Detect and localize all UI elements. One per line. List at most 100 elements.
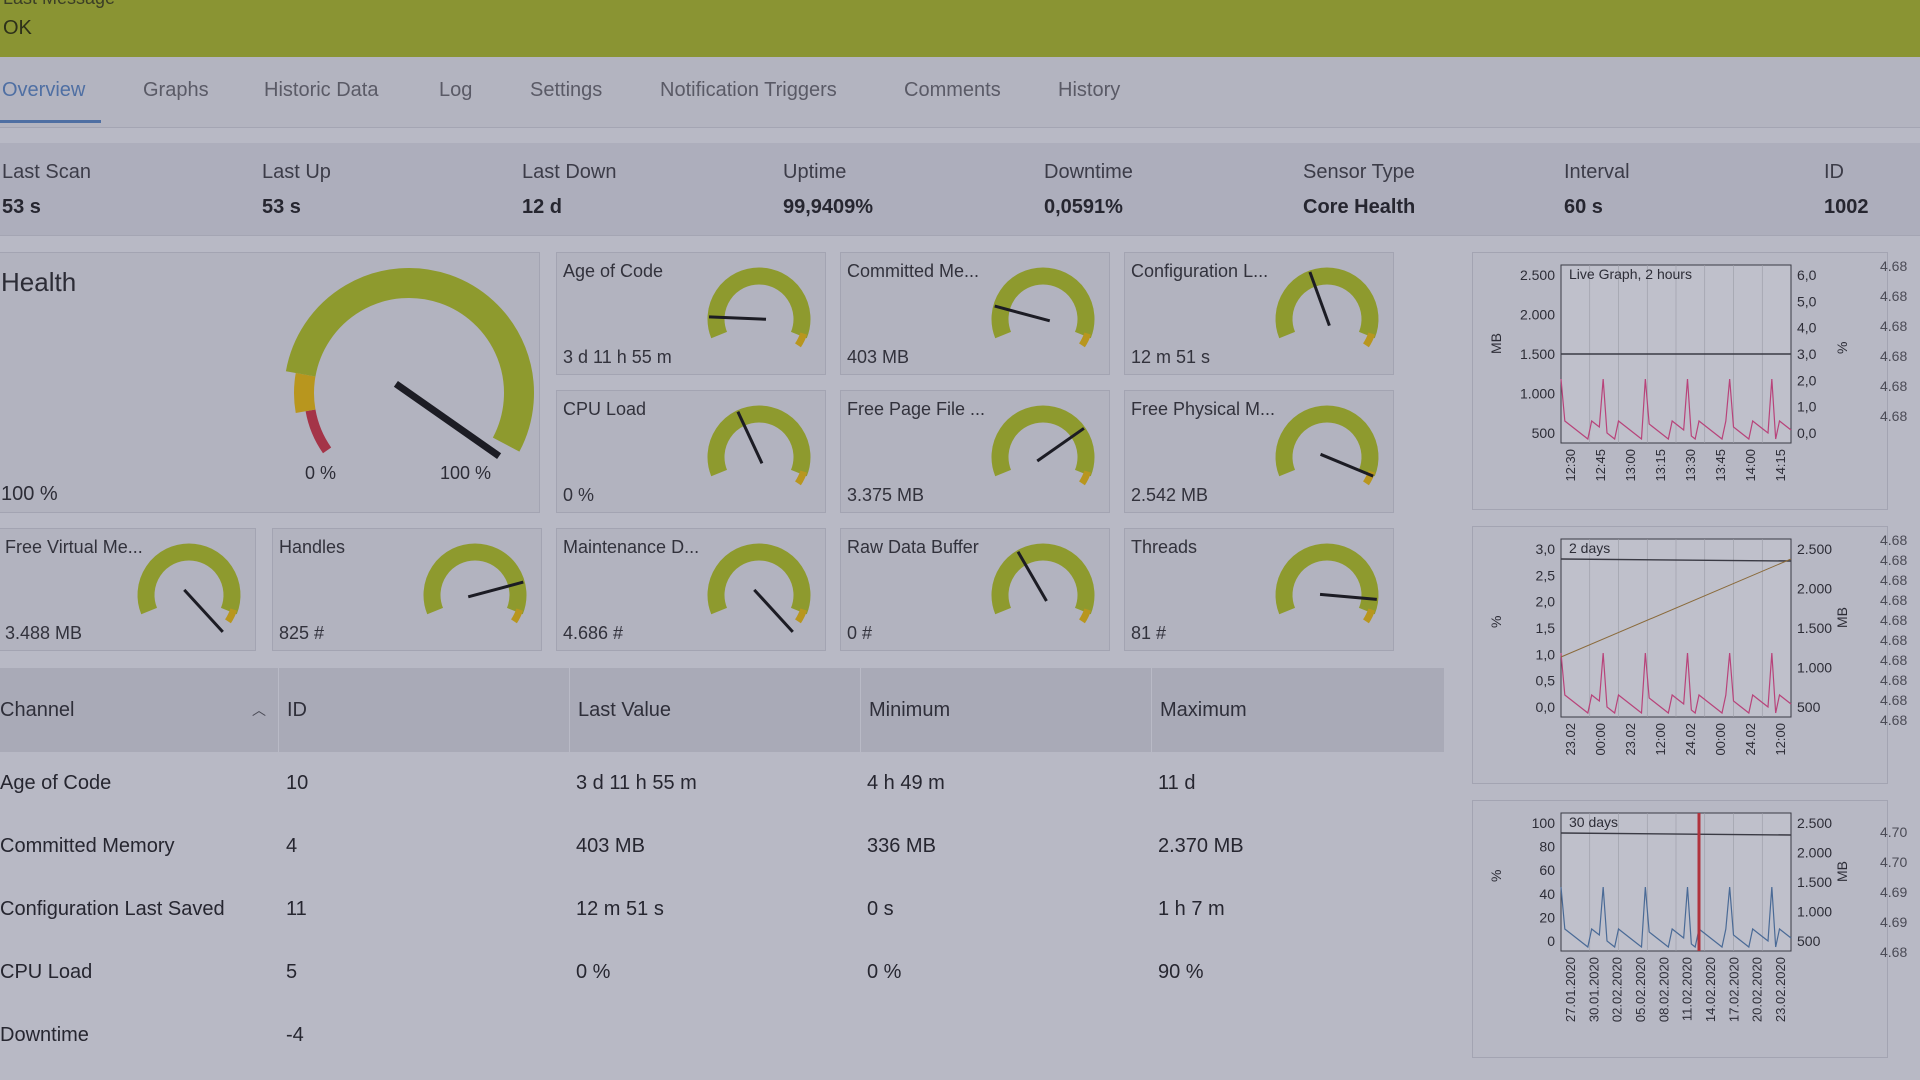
stat-label: Last Scan bbox=[2, 161, 91, 183]
gauge-threads[interactable]: Threads 81 # bbox=[1124, 528, 1394, 651]
gauge-dial-icon bbox=[1275, 405, 1379, 486]
cell-channel[interactable]: Configuration Last Saved bbox=[0, 878, 225, 941]
left-tick-label: 0,5 bbox=[1536, 673, 1556, 689]
health-gauge-panel[interactable]: Health 100 % 0 % 100 % bbox=[0, 252, 540, 513]
cell-channel[interactable]: Downtime bbox=[0, 1004, 89, 1067]
gauge-arc bbox=[991, 267, 1095, 339]
sensor-stats: Last Scan 53 s Last Up 53 s Last Down 12… bbox=[0, 143, 1920, 236]
edge-axis-labels-3: 4.70 4.70 4.69 4.69 4.68 bbox=[1880, 824, 1920, 974]
cell-id: 11 bbox=[286, 898, 307, 920]
column-header-channel[interactable]: Channel ︿ bbox=[0, 668, 278, 752]
right-tick-label: 2.000 bbox=[1797, 845, 1832, 861]
gauge-title: Free Page File ... bbox=[847, 399, 986, 419]
table-row[interactable]: Committed Memory 4 403 MB 336 MB 2.370 M… bbox=[0, 815, 1444, 878]
cell-minimum: 4 h 49 m bbox=[867, 772, 945, 794]
table-row[interactable]: Age of Code 10 3 d 11 h 55 m 4 h 49 m 11… bbox=[0, 752, 1444, 815]
tab-overview[interactable]: Overview bbox=[2, 79, 85, 102]
gauge-warning-zone bbox=[795, 332, 808, 348]
banner-message: OK bbox=[3, 17, 32, 39]
left-tick-label: 0,0 bbox=[1536, 699, 1556, 715]
table-row[interactable]: Configuration Last Saved 11 12 m 51 s 0 … bbox=[0, 878, 1444, 941]
gauge-dial-icon bbox=[137, 543, 241, 633]
gauge-cpu-load[interactable]: CPU Load 0 % bbox=[556, 390, 826, 513]
edge-label: 4.68 bbox=[1880, 258, 1908, 274]
table-row[interactable]: Downtime -4 bbox=[0, 1004, 1444, 1067]
edge-label: 4.68 bbox=[1880, 692, 1908, 708]
column-header-last-value[interactable]: Last Value bbox=[569, 668, 860, 752]
stat-uptime: Uptime 99,9409% bbox=[783, 161, 873, 219]
cell-channel[interactable]: Committed Memory bbox=[0, 815, 174, 878]
gauge-dial-icon bbox=[707, 267, 811, 348]
banner-title: Last Message bbox=[3, 0, 115, 9]
health-value: 100 % bbox=[1, 483, 58, 505]
gauge-error-zone bbox=[305, 409, 332, 454]
tab-notification-triggers[interactable]: Notification Triggers bbox=[660, 79, 837, 102]
cell-last-value: 3 d 11 h 55 m bbox=[576, 772, 697, 794]
table-row[interactable]: CPU Load 5 0 % 0 % 90 % bbox=[0, 941, 1444, 1004]
tab-historic-data[interactable]: Historic Data bbox=[264, 79, 378, 102]
tab-log[interactable]: Log bbox=[439, 79, 472, 102]
stat-label: Last Down bbox=[522, 161, 617, 183]
gauge-arc bbox=[991, 405, 1095, 477]
gauge-configuration-last-saved[interactable]: Configuration L... 12 m 51 s bbox=[1124, 252, 1394, 375]
right-axis-label: MB bbox=[1834, 607, 1850, 628]
cell-channel[interactable]: Age of Code bbox=[0, 752, 111, 815]
edge-label: 4.69 bbox=[1880, 914, 1908, 930]
column-header-minimum[interactable]: Minimum bbox=[860, 668, 1151, 752]
live-graph-panel[interactable]: Live Graph, 2 hours 2.500 2.000 1.500 1.000 5… bbox=[1472, 252, 1888, 510]
two-day-graph-panel[interactable]: 2 days 3,0 2,5 2,0 1,5 1,0 0,5 0,0 2.500 2.000 1.5… bbox=[1472, 526, 1888, 784]
gauge-warning-zone bbox=[225, 608, 238, 624]
thirty-day-graph-panel[interactable]: 30 days 100 80 60 40 20 0 2.500 2.000 1.500 1.000 5… bbox=[1472, 800, 1888, 1058]
gauge-value: 0 % bbox=[563, 485, 595, 505]
right-tick-label: 6,0 bbox=[1797, 267, 1817, 283]
x-tick-label: 00:00 bbox=[1593, 723, 1608, 756]
edge-label: 4.68 bbox=[1880, 318, 1908, 334]
gauge-min-label: 0 % bbox=[305, 463, 337, 483]
gauge-arc bbox=[991, 543, 1095, 615]
x-tick-label: 17.02.2020 bbox=[1726, 957, 1741, 1022]
x-tick-label: 24.02 bbox=[1683, 723, 1698, 756]
right-tick-label: 4,0 bbox=[1797, 320, 1817, 336]
cell-id: 10 bbox=[286, 772, 309, 794]
x-tick-label: 13:15 bbox=[1653, 449, 1668, 482]
tab-settings[interactable]: Settings bbox=[530, 79, 602, 102]
left-tick-label: 0 bbox=[1547, 933, 1555, 949]
gauge-warning-zone bbox=[1363, 332, 1376, 348]
gauge-title: Free Virtual Me... bbox=[5, 537, 143, 557]
cell-last-value: 0 % bbox=[576, 961, 611, 983]
channel-table: Channel ︿ ID Last Value Minimum Maximum … bbox=[0, 668, 1444, 1080]
right-tick-label: 500 bbox=[1797, 699, 1821, 715]
tab-graphs[interactable]: Graphs bbox=[143, 79, 209, 102]
left-tick-label: 40 bbox=[1539, 886, 1555, 902]
gauge-maintenance-days[interactable]: Maintenance D... 4.686 # bbox=[556, 528, 826, 651]
sort-ascending-icon[interactable]: ︿ bbox=[252, 668, 266, 752]
gauge-value: 3 d 11 h 55 m bbox=[563, 347, 672, 367]
cell-channel[interactable]: CPU Load bbox=[0, 941, 92, 1004]
cell-id: 4 bbox=[286, 835, 298, 857]
gauge-warning-zone bbox=[511, 608, 524, 624]
gauge-handles[interactable]: Handles 825 # bbox=[272, 528, 542, 651]
left-axis-label: % bbox=[1488, 616, 1504, 628]
cell-maximum: 2.370 MB bbox=[1158, 835, 1244, 857]
gauge-committed-memory[interactable]: Committed Me... 403 MB bbox=[840, 252, 1110, 375]
left-tick-label: 1.000 bbox=[1520, 386, 1555, 402]
column-header-id[interactable]: ID bbox=[278, 668, 569, 752]
edge-label: 4.70 bbox=[1880, 824, 1908, 840]
left-axis-label: % bbox=[1488, 870, 1504, 882]
right-axis-label: MB bbox=[1834, 861, 1850, 882]
health-title: Health bbox=[1, 267, 77, 297]
gauge-free-virtual-memory[interactable]: Free Virtual Me... 3.488 MB bbox=[0, 528, 256, 651]
gauge-free-physical-memory[interactable]: Free Physical M... 2.542 MB bbox=[1124, 390, 1394, 513]
gauge-title: Committed Me... bbox=[847, 261, 980, 281]
column-header-maximum[interactable]: Maximum bbox=[1151, 668, 1444, 752]
gauge-arc bbox=[707, 543, 811, 615]
thirty-day-graph-chart: 30 days 100 80 60 40 20 0 2.500 2.000 1.500 1.000 5… bbox=[1488, 812, 1850, 1022]
x-tick-label: 05.02.2020 bbox=[1633, 957, 1648, 1022]
gauge-free-page-file[interactable]: Free Page File ... 3.375 MB bbox=[840, 390, 1110, 513]
tab-history[interactable]: History bbox=[1058, 79, 1120, 102]
gauge-age-of-code[interactable]: Age of Code 3 d 11 h 55 m bbox=[556, 252, 826, 375]
cell-id: -4 bbox=[286, 1024, 304, 1046]
gauge-raw-data-buffer[interactable]: Raw Data Buffer 0 # bbox=[840, 528, 1110, 651]
tab-comments[interactable]: Comments bbox=[904, 79, 1001, 102]
graph-title: 2 days bbox=[1569, 540, 1610, 556]
